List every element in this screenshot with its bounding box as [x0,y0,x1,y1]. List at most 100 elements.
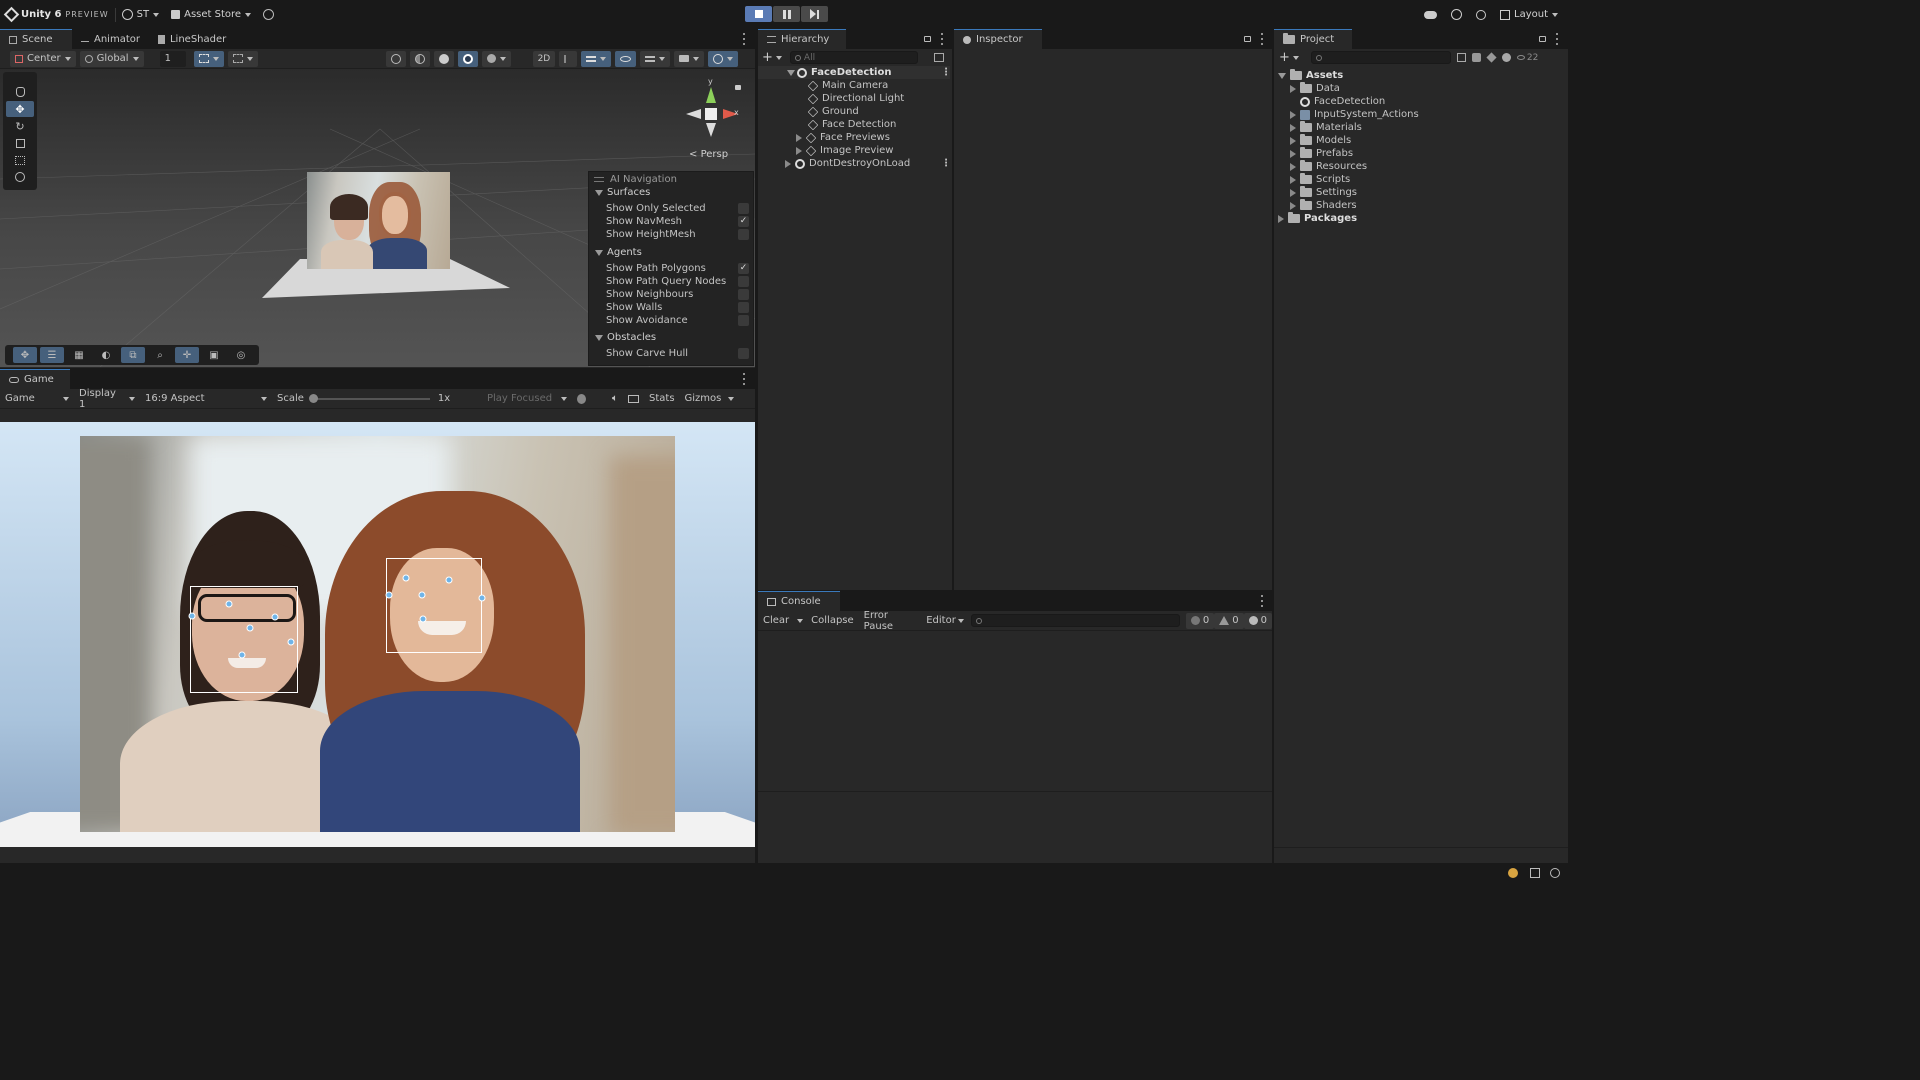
lock-icon[interactable] [1244,36,1251,42]
tab-console[interactable]: Console [758,591,840,611]
scene-menu-icon[interactable]: ⋮ [941,158,951,169]
tab-animator[interactable]: Animator [72,29,149,49]
overlay-surface-button[interactable]: ◐ [94,347,118,363]
lock-icon[interactable] [735,85,741,90]
history-icon[interactable] [1451,9,1462,20]
game-menu-icon[interactable] [739,373,749,385]
tab-inspector[interactable]: Inspector [954,29,1042,49]
scale-handle[interactable] [308,393,318,403]
2d-toggle-button[interactable]: 2D [532,50,556,67]
hierarchy-item-image-preview[interactable]: Image Preview [796,144,893,157]
overlay-align-button[interactable]: ☰ [40,347,64,363]
camera-dropdown[interactable] [674,50,705,67]
step-button[interactable] [801,6,828,22]
gizmos-button[interactable]: Gizmos [680,391,727,407]
search-icon[interactable] [1476,9,1486,20]
project-search-input[interactable] [1310,51,1451,64]
warning-filter-toggle[interactable]: 0 [1214,612,1244,629]
space-dropdown[interactable]: Global [79,50,144,67]
overlay-zoom-button[interactable]: ⌕ [148,347,172,363]
checkbox-show-path-polygons[interactable]: ✓ [738,263,749,274]
project-folder-data[interactable]: Data [1290,82,1340,95]
view-select-dropdown[interactable]: Game [0,391,74,407]
lighting-status-icon[interactable] [1508,868,1518,878]
play-button[interactable] [745,6,772,22]
unity-account-menu[interactable]: Unity 6 PREVIEW [0,0,115,29]
project-folder-shaders[interactable]: Shaders [1290,199,1357,212]
checkbox-show-only-selected[interactable] [738,203,749,214]
effects-dropdown[interactable] [581,50,612,67]
overlay-move-button[interactable]: ✥ [13,347,37,363]
move-tool[interactable]: ✥ [6,101,34,117]
orientation-gizmo[interactable]: y x [683,77,743,141]
account-dropdown[interactable]: ST [116,0,165,29]
grid-visibility-button[interactable] [193,50,224,67]
error-filter-toggle[interactable]: 0 [1243,612,1272,629]
draw-mode-shaded-button[interactable] [433,50,454,67]
scene-root-dontdestroyonload[interactable]: DontDestroyOnLoad ⋮ [785,157,951,170]
project-folder-materials[interactable]: Materials [1290,121,1362,134]
checkbox-show-avoidance[interactable] [738,315,749,326]
section-agents[interactable]: Agents [595,247,642,258]
favorite-icon[interactable] [1501,53,1511,62]
clear-button[interactable]: Clear [758,613,794,629]
draw-mode-wire-button[interactable] [385,50,406,67]
editor-dropdown[interactable]: Editor [921,613,969,629]
project-menu-icon[interactable] [1552,33,1562,45]
stats-button[interactable]: Stats [644,391,680,407]
tag-icon[interactable] [1486,52,1497,63]
transform-tool[interactable] [6,169,34,185]
overlay-grid-button[interactable]: ▦ [67,347,91,363]
gizmos-dropdown[interactable] [708,50,739,67]
project-asset-inputsystem-actions[interactable]: InputSystem_Actions [1290,108,1419,121]
hierarchy-item-face-previews[interactable]: Face Previews [796,131,890,144]
section-obstacles[interactable]: Obstacles [595,332,656,343]
hierarchy-item-directional-light[interactable]: Directional Light [807,92,904,105]
scale-tool[interactable] [6,135,34,151]
scene-menu-icon[interactable] [739,33,749,45]
keyboard-button[interactable] [623,391,644,407]
console-search-input[interactable] [970,614,1180,627]
display-dropdown[interactable]: Display 1 [74,388,140,410]
project-root-packages[interactable]: Packages [1278,212,1357,225]
game-view[interactable] [0,422,755,847]
project-folder-models[interactable]: Models [1290,134,1351,147]
tab-project[interactable]: Project [1274,29,1352,49]
collapse-button[interactable]: Collapse [806,613,859,629]
checkbox-show-navmesh[interactable]: ✓ [738,216,749,227]
create-button[interactable]: + [762,51,782,64]
project-folder-resources[interactable]: Resources [1290,160,1367,173]
lock-icon[interactable] [924,36,931,42]
draw-mode-shaded-wire-button[interactable] [409,50,430,67]
search-by-label-icon[interactable] [1471,53,1481,62]
pivot-dropdown[interactable]: Center [10,50,76,67]
scene-layers-dropdown[interactable] [640,50,671,67]
project-folder-scripts[interactable]: Scripts [1290,173,1350,186]
aspect-dropdown[interactable]: 16:9 Aspect [140,391,272,407]
clear-options-dropdown[interactable] [794,613,806,629]
gizmos-dropdown[interactable] [726,391,736,407]
search-options-icon[interactable] [933,53,944,62]
ai-assistant-icon[interactable] [1550,868,1560,878]
grid-snap-field[interactable]: 1 [159,50,186,67]
log-filter-toggle[interactable]: 0 [1185,612,1215,629]
overlay-compass-button[interactable]: ◎ [229,347,253,363]
checkbox-show-carve-hull[interactable] [738,348,749,359]
section-surfaces[interactable]: Surfaces [595,187,650,198]
project-folder-prefabs[interactable]: Prefabs [1290,147,1353,160]
persp-toggle[interactable]: < Persp [689,149,728,160]
lighting-dropdown[interactable] [481,50,511,67]
lock-icon[interactable] [1539,36,1546,42]
pause-button[interactable] [773,6,800,22]
overlay-navmesh-button[interactable]: ⧉ [121,347,145,363]
version-control-button[interactable] [257,0,280,29]
rect-tool[interactable] [6,152,34,168]
hand-tool[interactable] [6,84,34,100]
project-scene-facedetection[interactable]: FaceDetection [1300,95,1385,108]
grid-snap-button[interactable] [227,50,258,67]
rotate-tool[interactable]: ↻ [6,118,34,134]
tab-hierarchy[interactable]: Hierarchy [758,29,846,49]
cloud-icon[interactable] [1424,10,1437,19]
tab-game[interactable]: Game [0,369,70,389]
asset-store-dropdown[interactable]: Asset Store [165,0,257,29]
